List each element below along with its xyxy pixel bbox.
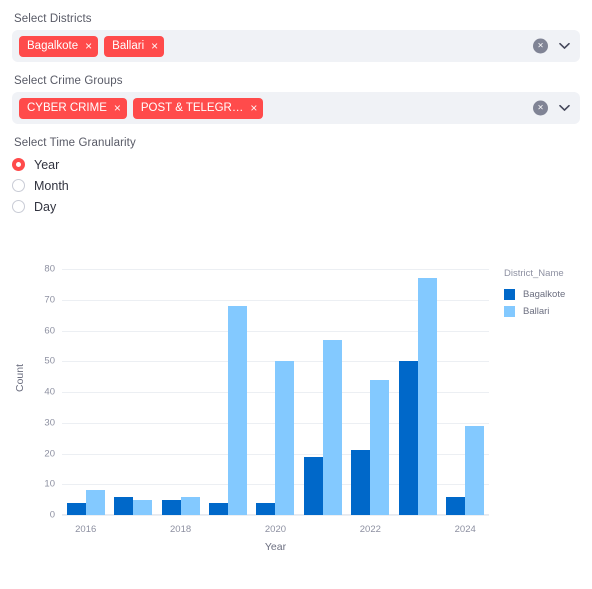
x-axis-tick: 2016 bbox=[75, 524, 97, 535]
bar-group bbox=[109, 269, 156, 515]
bar[interactable] bbox=[133, 499, 153, 515]
crime-group-tag-label: POST & TELEGR… bbox=[140, 101, 244, 114]
bar[interactable] bbox=[465, 425, 485, 515]
time-granularity-label: Select Time Granularity bbox=[14, 137, 136, 149]
radio-indicator[interactable] bbox=[12, 200, 25, 213]
y-axis-tick: 20 bbox=[44, 448, 55, 459]
bar[interactable] bbox=[66, 502, 86, 515]
district-tag-remove-icon[interactable]: × bbox=[85, 40, 92, 52]
bar-group: 2018 bbox=[157, 269, 204, 535]
districts-filter-block: Select Districts Bagalkote × Ballari × × bbox=[12, 12, 580, 62]
crime-groups-filter-label: Select Crime Groups bbox=[14, 75, 123, 87]
bar[interactable] bbox=[417, 278, 437, 515]
bar[interactable] bbox=[446, 496, 466, 515]
radio-indicator-selected[interactable] bbox=[12, 158, 25, 171]
legend-swatch bbox=[504, 306, 515, 317]
x-axis-tick: 2018 bbox=[170, 524, 192, 535]
x-axis-tick: 2022 bbox=[359, 524, 381, 535]
bar[interactable] bbox=[209, 502, 229, 515]
y-axis-label: Count bbox=[14, 363, 26, 392]
legend-swatch bbox=[504, 289, 515, 300]
bar-group bbox=[394, 269, 441, 515]
districts-multiselect[interactable]: Bagalkote × Ballari × × bbox=[12, 30, 580, 62]
y-axis-tick: 50 bbox=[44, 355, 55, 367]
y-axis-tick: 30 bbox=[44, 417, 55, 429]
radio-option-day[interactable]: Day bbox=[12, 196, 580, 217]
y-axis-tick: 10 bbox=[44, 478, 55, 490]
y-axis-tick: 60 bbox=[44, 325, 55, 336]
x-axis-tick: 2024 bbox=[454, 524, 476, 535]
district-tag-label: Bagalkote bbox=[27, 39, 79, 52]
bar[interactable] bbox=[85, 490, 105, 515]
bar-group bbox=[204, 269, 251, 515]
y-axis-tick: 80 bbox=[44, 263, 55, 275]
crime-group-tag[interactable]: CYBER CRIME × bbox=[19, 97, 127, 119]
crime-groups-multiselect-actions: × bbox=[533, 100, 571, 116]
crime-groups-filter-block: Select Crime Groups CYBER CRIME × POST &… bbox=[12, 74, 580, 124]
clear-all-icon[interactable]: × bbox=[533, 100, 548, 116]
bar[interactable] bbox=[161, 499, 181, 515]
legend-item-ballari[interactable]: Ballari bbox=[504, 303, 590, 320]
radio-label: Month bbox=[34, 178, 69, 193]
bar-group: 2020 bbox=[252, 269, 299, 535]
filters-panel: Select Districts Bagalkote × Ballari × ×… bbox=[0, 0, 592, 217]
legend-label: Bagalkote bbox=[523, 289, 566, 300]
chevron-down-icon[interactable] bbox=[557, 101, 571, 115]
legend-item-bagalkote[interactable]: Bagalkote bbox=[504, 286, 590, 303]
x-axis-label: Year bbox=[264, 541, 287, 553]
bar[interactable] bbox=[351, 450, 371, 515]
crime-group-tag-remove-icon[interactable]: × bbox=[250, 102, 257, 114]
legend-label: Ballari bbox=[523, 306, 550, 317]
radio-option-month[interactable]: Month bbox=[12, 175, 580, 196]
crime-group-tag-label: CYBER CRIME bbox=[27, 101, 107, 114]
crime-groups-multiselect[interactable]: CYBER CRIME × POST & TELEGR… × × bbox=[12, 92, 580, 124]
bar[interactable] bbox=[114, 496, 134, 515]
y-axis-tick: 70 bbox=[44, 294, 55, 306]
time-granularity-block: Select Time Granularity Year Month Day bbox=[12, 136, 580, 217]
bar[interactable] bbox=[256, 502, 276, 515]
radio-label: Day bbox=[34, 199, 57, 214]
bar[interactable] bbox=[398, 361, 418, 515]
bar-group bbox=[299, 269, 346, 515]
y-axis-tick: 0 bbox=[49, 509, 55, 521]
districts-multiselect-actions: × bbox=[533, 38, 571, 54]
bar[interactable] bbox=[303, 456, 323, 515]
clear-all-icon[interactable]: × bbox=[533, 38, 548, 54]
legend-title: District_Name bbox=[504, 268, 564, 279]
gridline: 0 bbox=[50, 510, 489, 521]
bar-group: 2022 bbox=[347, 269, 394, 535]
bar[interactable] bbox=[180, 496, 200, 515]
district-tag[interactable]: Ballari × bbox=[104, 35, 165, 57]
district-tag[interactable]: Bagalkote × bbox=[19, 35, 99, 57]
x-axis-tick: 2020 bbox=[264, 524, 287, 535]
y-axis-tick: 40 bbox=[44, 386, 55, 398]
radio-option-year[interactable]: Year bbox=[12, 154, 580, 175]
bar[interactable] bbox=[370, 379, 390, 515]
plot-area: 0 10 20 30 40 50 60 70 80 2016 2018 2020 2022 2024 bbox=[44, 264, 489, 535]
radio-indicator[interactable] bbox=[12, 179, 25, 192]
districts-filter-label: Select Districts bbox=[14, 13, 92, 25]
crime-group-tag[interactable]: POST & TELEGR… × bbox=[132, 97, 264, 119]
radio-label: Year bbox=[34, 157, 60, 172]
bar[interactable] bbox=[228, 305, 248, 515]
crime-group-tag-remove-icon[interactable]: × bbox=[114, 102, 121, 114]
bar-group: 2024 bbox=[442, 269, 489, 535]
bar[interactable] bbox=[275, 361, 295, 515]
bar[interactable] bbox=[322, 339, 342, 515]
time-granularity-radio-group[interactable]: Year Month Day bbox=[12, 154, 580, 217]
chart-legend: District_Name Bagalkote Ballari bbox=[504, 268, 590, 320]
bar-groups: 2016 2018 2020 2022 2024 bbox=[62, 269, 489, 535]
district-tag-label: Ballari bbox=[112, 39, 145, 52]
bar-group: 2016 bbox=[62, 269, 109, 535]
bar-chart[interactable]: Count Year 0 10 20 30 40 50 60 70 80 2016 2018 202… bbox=[0, 250, 592, 559]
chevron-down-icon[interactable] bbox=[557, 39, 571, 53]
district-tag-remove-icon[interactable]: × bbox=[151, 40, 158, 52]
